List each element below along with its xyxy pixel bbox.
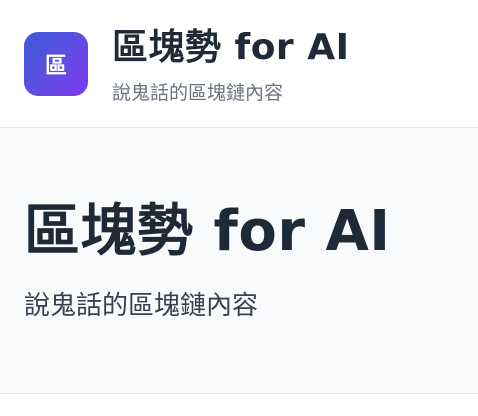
- hero-section: 區塊勢 for AI 說鬼話的區塊鏈內容: [0, 128, 478, 394]
- hero-subtitle: 說鬼話的區塊鏈內容: [24, 291, 259, 321]
- logo-glyph: 區: [44, 54, 67, 79]
- site-header: 區 區塊勢 for AI 說鬼話的區塊鏈內容: [0, 0, 478, 128]
- site-title[interactable]: 區塊勢 for AI: [112, 22, 349, 74]
- hero-title: 區塊勢 for AI: [24, 199, 391, 264]
- site-tagline: 說鬼話的區塊鏈內容: [112, 82, 284, 104]
- site-logo[interactable]: 區: [24, 32, 88, 96]
